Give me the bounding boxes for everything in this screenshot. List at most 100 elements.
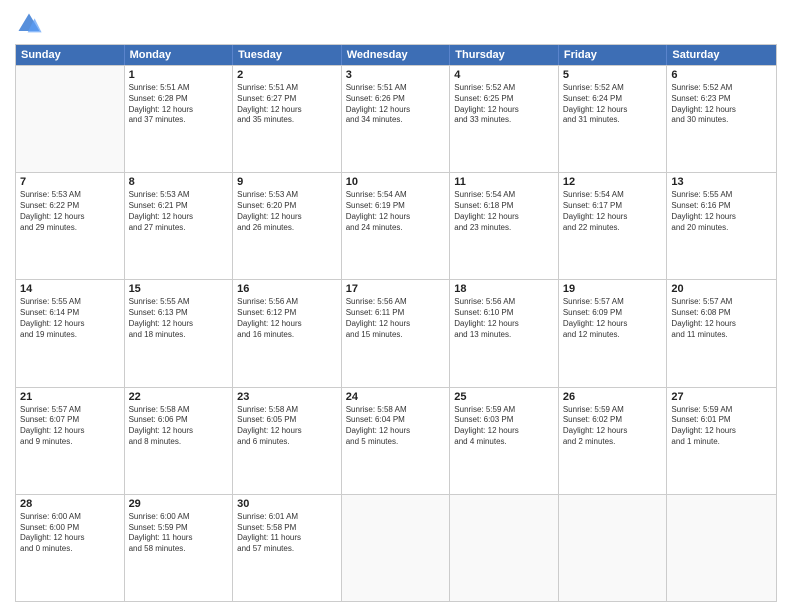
week-row-4: 21 Sunrise: 5:57 AM Sunset: 6:07 PM Dayli… bbox=[16, 387, 776, 494]
day-number: 8 bbox=[129, 176, 229, 188]
day-cell-19: 19 Sunrise: 5:57 AM Sunset: 6:09 PM Dayli… bbox=[559, 280, 668, 386]
day-info: Sunrise: 6:01 AM Sunset: 5:58 PM Dayligh… bbox=[237, 512, 337, 555]
day-info: Sunrise: 5:58 AM Sunset: 6:05 PM Dayligh… bbox=[237, 405, 337, 448]
day-number: 9 bbox=[237, 176, 337, 188]
day-info: Sunrise: 5:57 AM Sunset: 6:09 PM Dayligh… bbox=[563, 297, 663, 340]
day-header-friday: Friday bbox=[559, 45, 668, 65]
day-number: 2 bbox=[237, 69, 337, 81]
day-number: 4 bbox=[454, 69, 554, 81]
day-info: Sunrise: 5:56 AM Sunset: 6:12 PM Dayligh… bbox=[237, 297, 337, 340]
day-number: 24 bbox=[346, 391, 446, 403]
day-info: Sunrise: 5:54 AM Sunset: 6:19 PM Dayligh… bbox=[346, 190, 446, 233]
empty-cell bbox=[559, 495, 668, 601]
day-number: 29 bbox=[129, 498, 229, 510]
empty-cell bbox=[667, 495, 776, 601]
day-number: 30 bbox=[237, 498, 337, 510]
day-info: Sunrise: 5:52 AM Sunset: 6:23 PM Dayligh… bbox=[671, 83, 772, 126]
day-cell-7: 7 Sunrise: 5:53 AM Sunset: 6:22 PM Daylig… bbox=[16, 173, 125, 279]
calendar: SundayMondayTuesdayWednesdayThursdayFrid… bbox=[15, 44, 777, 602]
day-cell-26: 26 Sunrise: 5:59 AM Sunset: 6:02 PM Dayli… bbox=[559, 388, 668, 494]
day-info: Sunrise: 5:56 AM Sunset: 6:11 PM Dayligh… bbox=[346, 297, 446, 340]
day-header-monday: Monday bbox=[125, 45, 234, 65]
day-cell-27: 27Sunrise: 5:59 AM Sunset: 6:01 PM Dayli… bbox=[667, 388, 776, 494]
day-info: Sunrise: 6:00 AM Sunset: 5:59 PM Dayligh… bbox=[129, 512, 229, 555]
day-number: 27 bbox=[671, 391, 772, 403]
day-header-wednesday: Wednesday bbox=[342, 45, 451, 65]
calendar-header: SundayMondayTuesdayWednesdayThursdayFrid… bbox=[16, 45, 776, 65]
day-cell-17: 17 Sunrise: 5:56 AM Sunset: 6:11 PM Dayli… bbox=[342, 280, 451, 386]
day-number: 10 bbox=[346, 176, 446, 188]
day-info: Sunrise: 5:53 AM Sunset: 6:21 PM Dayligh… bbox=[129, 190, 229, 233]
day-cell-9: 9 Sunrise: 5:53 AM Sunset: 6:20 PM Daylig… bbox=[233, 173, 342, 279]
day-cell-23: 23 Sunrise: 5:58 AM Sunset: 6:05 PM Dayli… bbox=[233, 388, 342, 494]
day-number: 17 bbox=[346, 283, 446, 295]
day-info: Sunrise: 5:56 AM Sunset: 6:10 PM Dayligh… bbox=[454, 297, 554, 340]
day-number: 7 bbox=[20, 176, 120, 188]
day-info: Sunrise: 5:57 AM Sunset: 6:07 PM Dayligh… bbox=[20, 405, 120, 448]
day-info: Sunrise: 5:51 AM Sunset: 6:27 PM Dayligh… bbox=[237, 83, 337, 126]
day-cell-20: 20 Sunrise: 5:57 AM Sunset: 6:08 PM Dayli… bbox=[667, 280, 776, 386]
day-info: Sunrise: 5:52 AM Sunset: 6:24 PM Dayligh… bbox=[563, 83, 663, 126]
day-number: 19 bbox=[563, 283, 663, 295]
week-row-3: 14 Sunrise: 5:55 AM Sunset: 6:14 PM Dayli… bbox=[16, 279, 776, 386]
day-number: 3 bbox=[346, 69, 446, 81]
day-cell-12: 12Sunrise: 5:54 AM Sunset: 6:17 PM Dayli… bbox=[559, 173, 668, 279]
empty-cell bbox=[342, 495, 451, 601]
page: SundayMondayTuesdayWednesdayThursdayFrid… bbox=[0, 0, 792, 612]
logo bbox=[15, 10, 45, 38]
day-number: 21 bbox=[20, 391, 120, 403]
day-cell-2: 2 Sunrise: 5:51 AM Sunset: 6:27 PM Daylig… bbox=[233, 66, 342, 172]
day-cell-8: 8 Sunrise: 5:53 AM Sunset: 6:21 PM Daylig… bbox=[125, 173, 234, 279]
day-header-sunday: Sunday bbox=[16, 45, 125, 65]
day-header-thursday: Thursday bbox=[450, 45, 559, 65]
day-number: 12 bbox=[563, 176, 663, 188]
day-header-tuesday: Tuesday bbox=[233, 45, 342, 65]
day-number: 25 bbox=[454, 391, 554, 403]
day-cell-10: 10 Sunrise: 5:54 AM Sunset: 6:19 PM Dayli… bbox=[342, 173, 451, 279]
day-cell-16: 16 Sunrise: 5:56 AM Sunset: 6:12 PM Dayli… bbox=[233, 280, 342, 386]
day-number: 22 bbox=[129, 391, 229, 403]
day-info: Sunrise: 5:54 AM Sunset: 6:18 PM Dayligh… bbox=[454, 190, 554, 233]
day-info: Sunrise: 5:55 AM Sunset: 6:14 PM Dayligh… bbox=[20, 297, 120, 340]
day-number: 15 bbox=[129, 283, 229, 295]
day-info: Sunrise: 5:51 AM Sunset: 6:28 PM Dayligh… bbox=[129, 83, 229, 126]
day-number: 20 bbox=[671, 283, 772, 295]
day-number: 28 bbox=[20, 498, 120, 510]
day-info: Sunrise: 5:53 AM Sunset: 6:20 PM Dayligh… bbox=[237, 190, 337, 233]
day-number: 1 bbox=[129, 69, 229, 81]
week-row-5: 28Sunrise: 6:00 AM Sunset: 6:00 PM Dayli… bbox=[16, 494, 776, 601]
day-header-saturday: Saturday bbox=[667, 45, 776, 65]
day-number: 26 bbox=[563, 391, 663, 403]
header bbox=[15, 10, 777, 38]
day-info: Sunrise: 5:58 AM Sunset: 6:04 PM Dayligh… bbox=[346, 405, 446, 448]
day-info: Sunrise: 5:57 AM Sunset: 6:08 PM Dayligh… bbox=[671, 297, 772, 340]
day-info: Sunrise: 5:53 AM Sunset: 6:22 PM Dayligh… bbox=[20, 190, 120, 233]
day-info: Sunrise: 5:52 AM Sunset: 6:25 PM Dayligh… bbox=[454, 83, 554, 126]
day-cell-5: 5Sunrise: 5:52 AM Sunset: 6:24 PM Daylig… bbox=[559, 66, 668, 172]
day-info: Sunrise: 5:51 AM Sunset: 6:26 PM Dayligh… bbox=[346, 83, 446, 126]
day-number: 13 bbox=[671, 176, 772, 188]
day-number: 16 bbox=[237, 283, 337, 295]
day-cell-4: 4 Sunrise: 5:52 AM Sunset: 6:25 PM Daylig… bbox=[450, 66, 559, 172]
logo-icon bbox=[15, 10, 43, 38]
calendar-body: 1 Sunrise: 5:51 AM Sunset: 6:28 PM Daylig… bbox=[16, 65, 776, 601]
day-cell-24: 24 Sunrise: 5:58 AM Sunset: 6:04 PM Dayli… bbox=[342, 388, 451, 494]
day-number: 11 bbox=[454, 176, 554, 188]
empty-cell bbox=[16, 66, 125, 172]
day-cell-15: 15 Sunrise: 5:55 AM Sunset: 6:13 PM Dayli… bbox=[125, 280, 234, 386]
week-row-1: 1 Sunrise: 5:51 AM Sunset: 6:28 PM Daylig… bbox=[16, 65, 776, 172]
day-cell-18: 18 Sunrise: 5:56 AM Sunset: 6:10 PM Dayli… bbox=[450, 280, 559, 386]
day-cell-14: 14 Sunrise: 5:55 AM Sunset: 6:14 PM Dayli… bbox=[16, 280, 125, 386]
day-cell-29: 29 Sunrise: 6:00 AM Sunset: 5:59 PM Dayli… bbox=[125, 495, 234, 601]
day-cell-3: 3 Sunrise: 5:51 AM Sunset: 6:26 PM Daylig… bbox=[342, 66, 451, 172]
day-info: Sunrise: 5:59 AM Sunset: 6:02 PM Dayligh… bbox=[563, 405, 663, 448]
week-row-2: 7 Sunrise: 5:53 AM Sunset: 6:22 PM Daylig… bbox=[16, 172, 776, 279]
day-cell-1: 1 Sunrise: 5:51 AM Sunset: 6:28 PM Daylig… bbox=[125, 66, 234, 172]
day-number: 23 bbox=[237, 391, 337, 403]
day-info: Sunrise: 5:58 AM Sunset: 6:06 PM Dayligh… bbox=[129, 405, 229, 448]
day-info: Sunrise: 5:55 AM Sunset: 6:13 PM Dayligh… bbox=[129, 297, 229, 340]
day-number: 6 bbox=[671, 69, 772, 81]
empty-cell bbox=[450, 495, 559, 601]
day-number: 18 bbox=[454, 283, 554, 295]
day-number: 14 bbox=[20, 283, 120, 295]
